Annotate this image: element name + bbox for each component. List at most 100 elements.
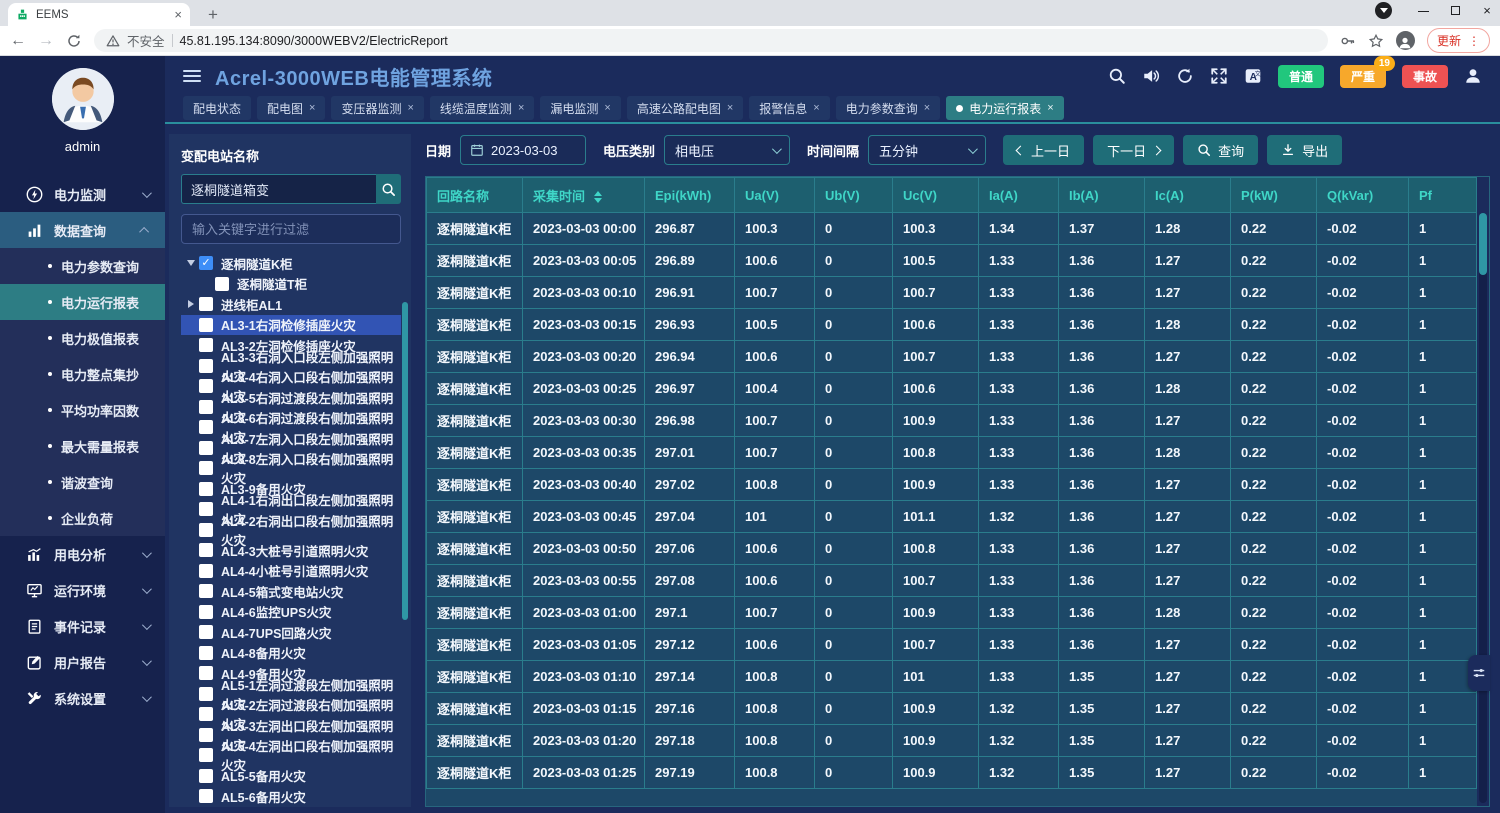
tab-close-icon[interactable]: × — [174, 7, 182, 22]
column-header[interactable]: Epi(kWh) — [645, 178, 735, 213]
station-search-input[interactable] — [181, 174, 376, 204]
password-key-icon[interactable] — [1340, 33, 1356, 49]
tree-filter-input[interactable] — [181, 214, 401, 244]
alarm-badge-accident[interactable]: 事故 — [1402, 65, 1448, 88]
table-row[interactable]: 逐桐隧道K柜 2023-03-03 01:10 297.14 100.8 0 1… — [427, 661, 1477, 693]
checkbox[interactable]: ✓ — [199, 461, 213, 475]
table-row[interactable]: 逐桐隧道K柜 2023-03-03 01:05 297.12 100.6 0 1… — [427, 629, 1477, 661]
table-row[interactable]: 逐桐隧道K柜 2023-03-03 00:40 297.02 100.8 0 1… — [427, 469, 1477, 501]
next-day-button[interactable]: 下一日 — [1093, 135, 1174, 165]
column-header[interactable]: Pf — [1409, 178, 1477, 213]
table-row[interactable]: 逐桐隧道K柜 2023-03-03 00:00 296.87 100.3 0 1… — [427, 213, 1477, 245]
prev-day-button[interactable]: 上一日 — [1003, 135, 1084, 165]
column-header[interactable]: Ub(V) — [815, 178, 893, 213]
alarm-badge-normal[interactable]: 普通 — [1278, 65, 1324, 88]
tab-close-icon[interactable]: × — [727, 102, 733, 114]
column-header[interactable]: 采集时间 — [523, 178, 645, 213]
checkbox[interactable]: ✓ — [199, 707, 213, 721]
alarm-badge-severe[interactable]: 严重19 — [1340, 65, 1386, 88]
column-header[interactable]: Ic(A) — [1145, 178, 1231, 213]
tab-close-icon[interactable]: × — [518, 102, 524, 114]
table-scrollbar-track[interactable] — [1479, 213, 1487, 803]
checkbox[interactable]: ✓ — [199, 584, 213, 598]
hamburger-menu-icon[interactable] — [183, 70, 201, 82]
checkbox[interactable]: ✓ — [199, 543, 213, 557]
table-row[interactable]: 逐桐隧道K柜 2023-03-03 00:15 296.93 100.5 0 1… — [427, 309, 1477, 341]
table-scrollbar-thumb[interactable] — [1479, 213, 1487, 275]
sidebar-item[interactable]: 电力参数查询 — [0, 248, 165, 284]
browser-tab[interactable]: EEMS × — [8, 3, 190, 26]
table-row[interactable]: 逐桐隧道K柜 2023-03-03 00:50 297.06 100.6 0 1… — [427, 533, 1477, 565]
new-tab-button[interactable]: + — [202, 3, 224, 26]
checkbox[interactable]: ✓ — [199, 687, 213, 701]
interval-select[interactable]: 五分钟 — [868, 135, 986, 165]
tree-node[interactable]: ✓ 进线柜AL1 — [181, 294, 401, 314]
checkbox[interactable]: ✓ — [199, 625, 213, 639]
checkbox[interactable]: ✓ — [199, 256, 213, 270]
checkbox[interactable]: ✓ — [199, 338, 213, 352]
back-button[interactable]: ← — [10, 32, 26, 50]
checkbox[interactable]: ✓ — [199, 564, 213, 578]
browser-update-button[interactable]: 更新 ⋮ — [1427, 28, 1490, 53]
page-tab[interactable]: 配电图 × — [257, 96, 325, 120]
station-search-button[interactable] — [376, 174, 401, 204]
sidebar-item[interactable]: 电力极值报表 — [0, 320, 165, 356]
tab-close-icon[interactable]: × — [813, 102, 819, 114]
page-tab[interactable]: 电力运行报表 × — [946, 96, 1063, 120]
bookmark-star-icon[interactable] — [1368, 33, 1384, 49]
tree-node[interactable]: ✓ AL3-8左洞入口段右侧加强照明火灾 — [181, 458, 401, 478]
tab-close-icon[interactable]: × — [604, 102, 610, 114]
sidebar-item[interactable]: 用户报告 — [0, 644, 165, 680]
sidebar-item[interactable]: 电力监测 — [0, 176, 165, 212]
tab-close-icon[interactable]: × — [309, 102, 315, 114]
checkbox[interactable]: ✓ — [199, 420, 213, 434]
browser-avatar-icon[interactable] — [1396, 31, 1415, 50]
tree-node[interactable]: ✓ AL5-6备用火灾 — [181, 786, 401, 806]
column-header[interactable]: Ua(V) — [735, 178, 815, 213]
date-picker[interactable]: 2023-03-03 — [460, 135, 586, 165]
checkbox[interactable]: ✓ — [199, 646, 213, 660]
page-tab[interactable]: 漏电监测 × — [540, 96, 620, 120]
checkbox[interactable]: ✓ — [215, 277, 229, 291]
sidebar-item[interactable]: 平均功率因数 — [0, 392, 165, 428]
checkbox[interactable]: ✓ — [199, 502, 213, 516]
column-header[interactable]: 回路名称 — [427, 178, 523, 213]
sort-icon[interactable] — [594, 191, 602, 203]
voltage-type-select[interactable]: 相电压 — [664, 135, 790, 165]
page-tab[interactable]: 配电状态 × — [183, 96, 251, 120]
tree-node[interactable]: ✓ AL5-7备用火灾 — [181, 807, 401, 808]
sidebar-item[interactable]: 电力整点集抄 — [0, 356, 165, 392]
table-row[interactable]: 逐桐隧道K柜 2023-03-03 01:20 297.18 100.8 0 1… — [427, 725, 1477, 757]
sidebar-item[interactable]: 事件记录 — [0, 608, 165, 644]
tree-node[interactable]: ✓ AL4-4小桩号引道照明火灾 — [181, 561, 401, 581]
sidebar-item[interactable]: 运行环境 — [0, 572, 165, 608]
table-row[interactable]: 逐桐隧道K柜 2023-03-03 00:05 296.89 100.6 0 1… — [427, 245, 1477, 277]
tree-node[interactable]: ✓ AL4-2右洞出口段右侧加强照明火灾 — [181, 520, 401, 540]
minimize-button[interactable] — [1416, 3, 1430, 18]
expander-icon[interactable] — [183, 260, 199, 266]
tree-scrollbar-thumb[interactable] — [402, 302, 408, 620]
query-button[interactable]: 查询 — [1183, 135, 1258, 165]
checkbox[interactable]: ✓ — [199, 359, 213, 373]
column-header[interactable]: Q(kVar) — [1317, 178, 1409, 213]
page-tab[interactable]: 高速公路配电图 × — [627, 96, 743, 120]
tree-node[interactable]: ✓ AL5-4左洞出口段右侧加强照明火灾 — [181, 745, 401, 765]
column-header[interactable]: P(kW) — [1231, 178, 1317, 213]
tree-node[interactable]: ✓ AL4-5箱式变电站火灾 — [181, 581, 401, 601]
checkbox[interactable]: ✓ — [199, 605, 213, 619]
browser-profile-icon[interactable] — [1375, 2, 1392, 19]
tab-close-icon[interactable]: × — [1047, 102, 1053, 114]
table-row[interactable]: 逐桐隧道K柜 2023-03-03 01:00 297.1 100.7 0 10… — [427, 597, 1477, 629]
table-row[interactable]: 逐桐隧道K柜 2023-03-03 00:55 297.08 100.6 0 1… — [427, 565, 1477, 597]
checkbox[interactable]: ✓ — [199, 666, 213, 680]
url-bar[interactable]: 不安全 45.81.195.134:8090/3000WEBV2/Electri… — [94, 29, 1328, 52]
forward-button[interactable]: → — [38, 32, 54, 50]
sidebar-item[interactable]: 最大需量报表 — [0, 428, 165, 464]
sidebar-item[interactable]: 系统设置 — [0, 680, 165, 716]
checkbox[interactable]: ✓ — [199, 789, 213, 803]
checkbox[interactable]: ✓ — [199, 441, 213, 455]
restore-button[interactable] — [1448, 3, 1462, 18]
tree-node[interactable]: ✓ AL3-1右洞检修插座火灾 — [181, 315, 401, 335]
speaker-icon[interactable] — [1142, 67, 1160, 85]
reload-button[interactable] — [66, 33, 82, 49]
